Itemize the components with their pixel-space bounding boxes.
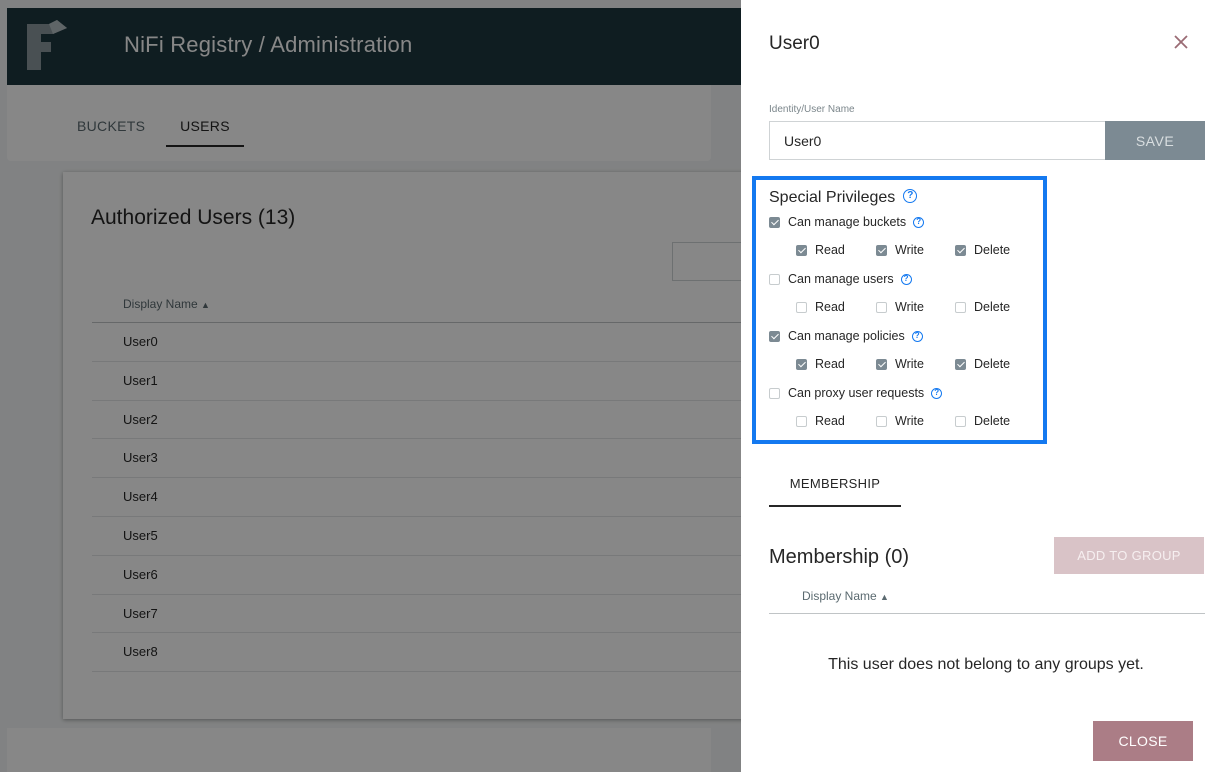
help-icon[interactable]: ? bbox=[931, 387, 943, 399]
help-icon[interactable]: ? bbox=[913, 216, 925, 228]
privilege-label: Can proxy user requests bbox=[788, 386, 925, 400]
perm-label: Read bbox=[815, 300, 845, 314]
close-icon[interactable] bbox=[1169, 30, 1193, 54]
sort-ascending-icon: ▲ bbox=[880, 592, 889, 602]
perm-buckets-delete: Delete bbox=[955, 243, 1010, 257]
perm-users-write: Write bbox=[876, 300, 924, 314]
privilege-proxy-user-requests: Can proxy user requests ? bbox=[769, 386, 943, 400]
checkbox-icon[interactable] bbox=[955, 244, 966, 256]
modal-scrim[interactable] bbox=[0, 0, 741, 772]
checkbox-icon[interactable] bbox=[769, 387, 780, 399]
perm-label: Delete bbox=[974, 414, 1011, 428]
perm-label: Read bbox=[815, 414, 845, 428]
checkbox-icon[interactable] bbox=[876, 244, 887, 256]
perm-buckets-read: Read bbox=[796, 243, 845, 257]
privilege-manage-policies: Can manage policies ? bbox=[769, 329, 923, 343]
identity-field-label: Identity/User Name bbox=[769, 104, 855, 115]
perm-proxy-write: Write bbox=[876, 414, 924, 428]
privilege-manage-buckets: Can manage buckets ? bbox=[769, 215, 925, 229]
checkbox-icon[interactable] bbox=[796, 358, 807, 370]
special-privileges-label: Special Privileges bbox=[769, 189, 896, 206]
membership-display-name-column-header[interactable]: Display Name ▲ bbox=[802, 589, 889, 603]
perm-label: Write bbox=[895, 414, 924, 428]
help-icon[interactable]: ? bbox=[900, 273, 912, 285]
checkbox-icon[interactable] bbox=[955, 301, 966, 313]
membership-empty-message: This user does not belong to any groups … bbox=[828, 656, 1144, 673]
user-edit-panel: User0 Identity/User Name SAVE Special Pr… bbox=[741, 0, 1231, 772]
checkbox-icon[interactable] bbox=[876, 415, 887, 427]
perm-label: Write bbox=[895, 243, 924, 257]
perm-label: Delete bbox=[974, 357, 1011, 371]
checkbox-icon[interactable] bbox=[955, 358, 966, 370]
checkbox-icon[interactable] bbox=[876, 301, 887, 313]
perm-proxy-read: Read bbox=[796, 414, 845, 428]
identity-input[interactable] bbox=[769, 121, 1105, 160]
close-button[interactable]: CLOSE bbox=[1093, 721, 1193, 761]
membership-title: Membership (0) bbox=[769, 546, 910, 568]
panel-title: User0 bbox=[769, 33, 820, 54]
perm-label: Delete bbox=[974, 243, 1011, 257]
perm-label: Delete bbox=[974, 300, 1011, 314]
column-header-label: Display Name bbox=[802, 589, 877, 603]
tab-membership[interactable]: MEMBERSHIP bbox=[769, 476, 901, 507]
perm-proxy-delete: Delete bbox=[955, 414, 1010, 428]
perm-policies-read: Read bbox=[796, 357, 845, 371]
checkbox-icon[interactable] bbox=[796, 301, 807, 313]
checkbox-icon[interactable] bbox=[876, 358, 887, 370]
perm-label: Read bbox=[815, 243, 845, 257]
membership-header-divider bbox=[769, 613, 1205, 614]
checkbox-icon[interactable] bbox=[796, 244, 807, 256]
perm-label: Write bbox=[895, 357, 924, 371]
help-icon[interactable]: ? bbox=[911, 330, 923, 342]
perm-label: Write bbox=[895, 300, 924, 314]
perm-users-read: Read bbox=[796, 300, 845, 314]
perm-policies-write: Write bbox=[876, 357, 924, 371]
perm-policies-delete: Delete bbox=[955, 357, 1010, 371]
checkbox-icon[interactable] bbox=[769, 330, 780, 342]
perm-label: Read bbox=[815, 357, 845, 371]
add-to-group-button[interactable]: ADD TO GROUP bbox=[1054, 537, 1204, 574]
help-icon[interactable]: ? bbox=[903, 188, 918, 203]
checkbox-icon[interactable] bbox=[769, 273, 780, 285]
checkbox-icon[interactable] bbox=[796, 415, 807, 427]
perm-users-delete: Delete bbox=[955, 300, 1010, 314]
privilege-label: Can manage policies bbox=[788, 329, 905, 343]
special-privileges-title: Special Privileges? bbox=[769, 188, 918, 207]
perm-buckets-write: Write bbox=[876, 243, 924, 257]
save-button[interactable]: SAVE bbox=[1105, 121, 1205, 160]
checkbox-icon[interactable] bbox=[955, 415, 966, 427]
privilege-manage-users: Can manage users ? bbox=[769, 272, 912, 286]
privilege-label: Can manage users bbox=[788, 272, 894, 286]
privilege-label: Can manage buckets bbox=[788, 215, 907, 229]
checkbox-icon[interactable] bbox=[769, 216, 780, 228]
